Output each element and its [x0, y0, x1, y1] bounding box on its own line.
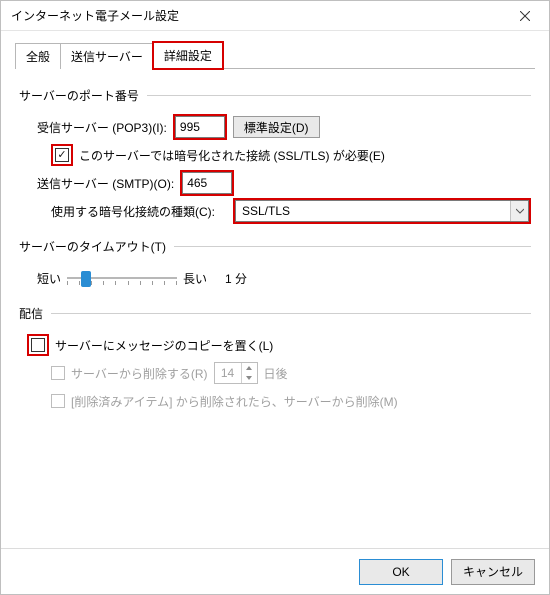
dialog-window: インターネット電子メール設定 全般 送信サーバー 詳細設定 サーバーのポート番号…	[0, 0, 550, 595]
timeout-value: 1 分	[225, 270, 247, 287]
close-button[interactable]	[505, 2, 545, 30]
defaults-button[interactable]: 標準設定(D)	[233, 116, 320, 138]
divider	[174, 246, 531, 247]
days-suffix: 日後	[264, 365, 288, 382]
tab-outgoing-server[interactable]: 送信サーバー	[60, 43, 154, 69]
remove-when-deleted-checkbox[interactable]	[51, 394, 65, 408]
group-delivery-label: 配信	[19, 305, 49, 322]
smtp-port-input[interactable]	[182, 172, 232, 194]
timeout-long-label: 長い	[183, 270, 207, 287]
divider	[51, 313, 531, 314]
group-server-ports-label: サーバーのポート番号	[19, 87, 145, 104]
tab-advanced[interactable]: 詳細設定	[153, 42, 223, 69]
dialog-footer: OK キャンセル	[1, 548, 549, 594]
spinner-up-icon[interactable]	[242, 363, 257, 373]
slider-thumb[interactable]	[81, 271, 91, 287]
window-title: インターネット電子メール設定	[11, 7, 179, 24]
tab-strip: 全般 送信サーバー 詳細設定	[15, 41, 535, 69]
encryption-type-value: SSL/TLS	[242, 204, 290, 218]
leave-copy-label: サーバーにメッセージのコピーを置く(L)	[55, 337, 273, 354]
tab-general[interactable]: 全般	[15, 43, 61, 69]
remove-after-days-value: 14	[215, 363, 241, 383]
remove-after-checkbox[interactable]	[51, 366, 65, 380]
smtp-port-label: 送信サーバー (SMTP)(O):	[37, 175, 174, 192]
tab-panel-advanced: サーバーのポート番号 受信サーバー (POP3)(I): 標準設定(D) このサ…	[15, 69, 535, 424]
content-area: 全般 送信サーバー 詳細設定 サーバーのポート番号 受信サーバー (POP3)(…	[1, 31, 549, 548]
titlebar: インターネット電子メール設定	[1, 1, 549, 31]
pop3-ssl-label: このサーバーでは暗号化された接続 (SSL/TLS) が必要(E)	[79, 147, 385, 164]
encryption-type-label: 使用する暗号化接続の種類(C):	[51, 203, 215, 220]
remove-after-label: サーバーから削除する(R)	[71, 365, 208, 382]
encryption-type-select[interactable]: SSL/TLS	[235, 200, 529, 222]
spinner-down-icon[interactable]	[242, 373, 257, 383]
pop3-ssl-checkbox[interactable]	[55, 148, 69, 162]
pop3-port-input[interactable]	[175, 116, 225, 138]
remove-when-deleted-label: [削除済みアイテム] から削除されたら、サーバーから削除(M)	[71, 393, 398, 410]
group-server-ports: サーバーのポート番号 受信サーバー (POP3)(I): 標準設定(D) このサ…	[19, 87, 531, 230]
timeout-slider[interactable]	[67, 268, 177, 288]
chevron-down-icon	[510, 201, 528, 221]
group-timeout-label: サーバーのタイムアウト(T)	[19, 238, 172, 255]
group-timeout: サーバーのタイムアウト(T) 短い 長い 1 分	[19, 238, 531, 297]
group-delivery: 配信 サーバーにメッセージのコピーを置く(L) サーバーから削除する(R) 14	[19, 305, 531, 420]
close-icon	[520, 11, 530, 21]
cancel-button[interactable]: キャンセル	[451, 559, 535, 585]
divider	[147, 95, 531, 96]
ok-button[interactable]: OK	[359, 559, 443, 585]
remove-after-days-spinner[interactable]: 14	[214, 362, 258, 384]
pop3-port-label: 受信サーバー (POP3)(I):	[37, 119, 167, 136]
timeout-short-label: 短い	[37, 270, 61, 287]
leave-copy-checkbox[interactable]	[31, 338, 45, 352]
